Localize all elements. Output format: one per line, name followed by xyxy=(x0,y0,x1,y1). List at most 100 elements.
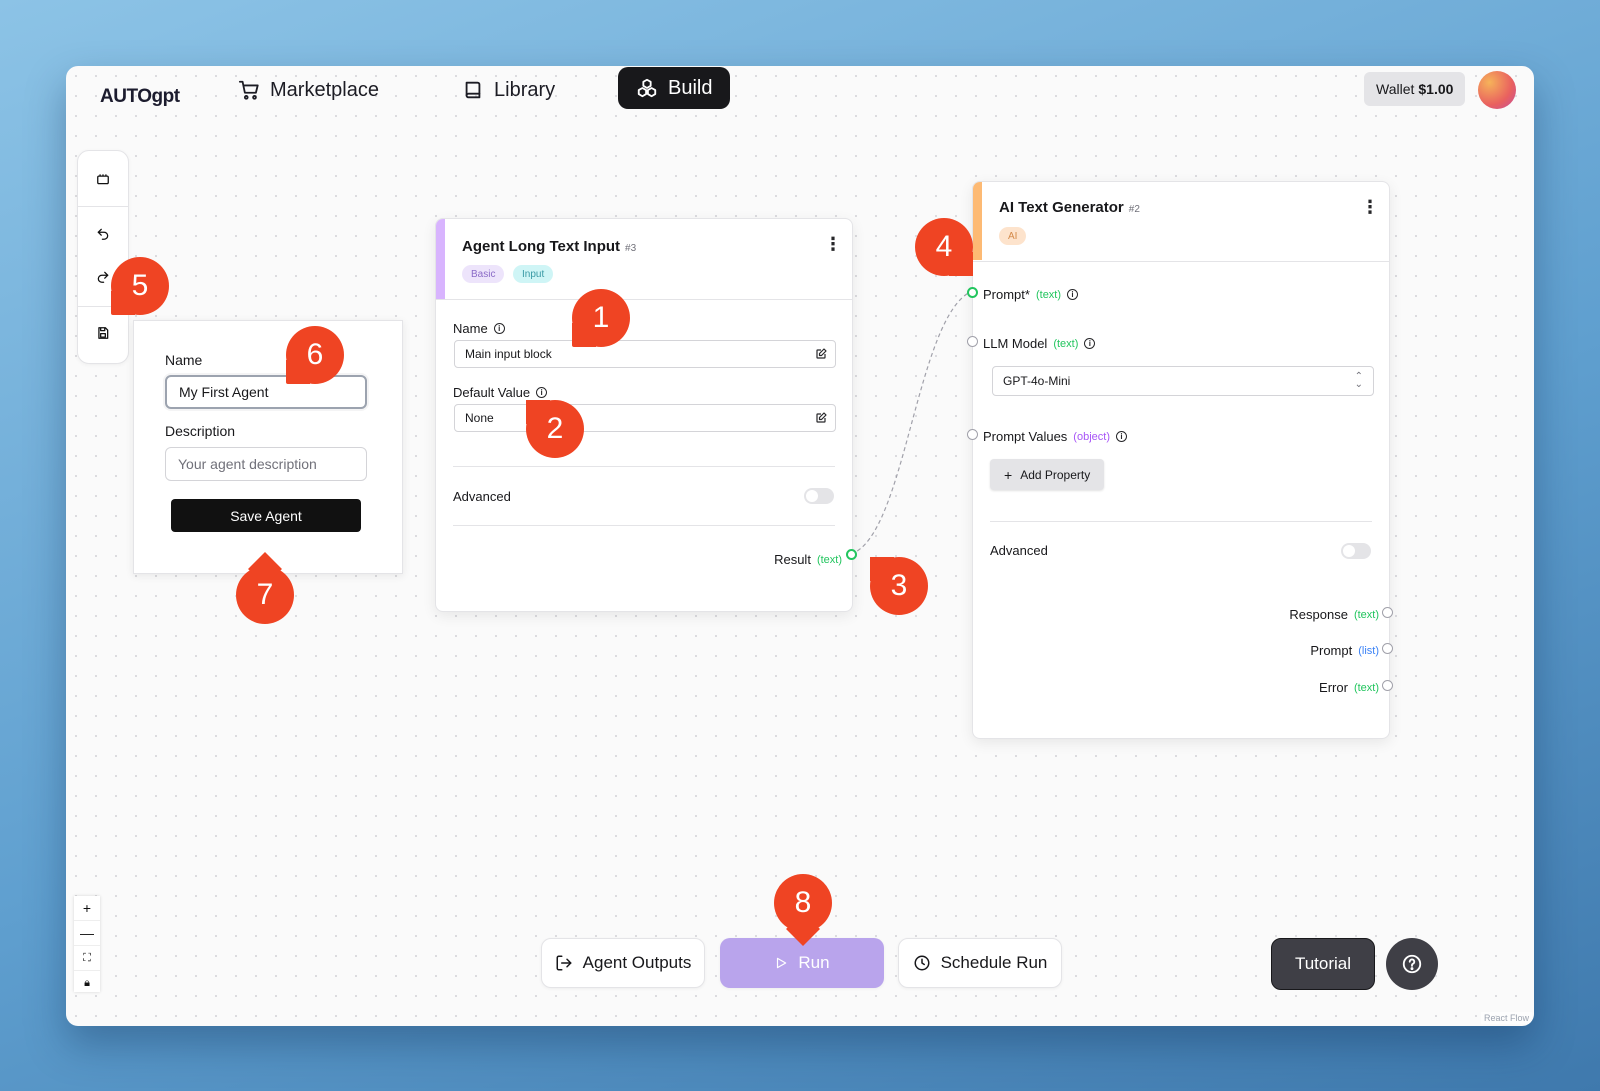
default-value-input[interactable]: None xyxy=(454,404,836,432)
block-title-text: AI Text Generator xyxy=(999,199,1124,216)
prompt-output-type: (list) xyxy=(1358,644,1379,657)
help-icon xyxy=(1402,954,1422,974)
result-output-port: Result (text) xyxy=(774,552,842,567)
result-output-label: Result xyxy=(774,552,811,567)
response-output-label: Response xyxy=(1289,607,1348,622)
header-divider xyxy=(436,299,852,300)
result-output-handle[interactable] xyxy=(846,549,857,560)
default-value-label-text: Default Value xyxy=(453,385,531,400)
edit-icon[interactable] xyxy=(815,412,827,424)
edit-icon[interactable] xyxy=(815,348,827,360)
header-divider xyxy=(973,261,1389,262)
name-field-label-text: Name xyxy=(453,321,488,336)
agent-outputs-label: Agent Outputs xyxy=(582,953,692,972)
step-marker-1: 1 xyxy=(572,289,630,347)
clock-icon xyxy=(914,955,930,971)
schedule-run-label: Schedule Run xyxy=(940,953,1048,972)
name-field-input[interactable]: Main input block xyxy=(454,340,836,368)
agent-long-text-input-block[interactable]: Agent Long Text Input #3 ⋮ Basic Input Na… xyxy=(435,218,853,612)
default-value-label: Default Value i xyxy=(453,385,548,400)
llm-model-value: GPT-4o-Mini xyxy=(1003,374,1071,388)
zoom-controls: + — ⛶ 🔒︎ xyxy=(74,896,100,992)
prompt-input-handle[interactable] xyxy=(967,287,978,298)
prompt-values-label: Prompt Values xyxy=(983,429,1068,444)
response-output-port: Response (text) xyxy=(1289,607,1379,622)
react-flow-attribution[interactable]: React Flow xyxy=(1480,1012,1532,1024)
section-divider xyxy=(453,525,835,526)
llm-model-port: LLM Model (text) i xyxy=(983,336,1096,351)
prompt-input-label: Prompt* xyxy=(983,287,1030,302)
info-icon[interactable]: i xyxy=(1084,338,1096,349)
lock-icon: 🔒︎ xyxy=(84,976,90,989)
minus-icon: — xyxy=(80,925,94,941)
llm-model-label: LLM Model xyxy=(983,336,1048,351)
block-menu-icon[interactable]: ⋮ xyxy=(1361,198,1379,216)
response-output-type: (text) xyxy=(1353,608,1379,621)
info-icon[interactable]: i xyxy=(1115,431,1127,442)
add-property-label: Add Property xyxy=(1020,467,1091,482)
block-accent xyxy=(973,182,982,260)
block-title-text: Agent Long Text Input xyxy=(462,238,621,255)
info-icon[interactable]: i xyxy=(1067,289,1079,300)
llm-model-select[interactable]: GPT-4o-Mini ⌃ ⌄ xyxy=(992,366,1374,396)
info-icon[interactable]: i xyxy=(536,387,548,398)
plus-icon: + xyxy=(82,900,92,916)
step-marker-5: 5 xyxy=(111,257,169,315)
error-output-type: (text) xyxy=(1353,681,1379,694)
step-marker-2: 2 xyxy=(526,400,584,458)
llm-model-handle[interactable] xyxy=(967,336,978,347)
tutorial-button[interactable]: Tutorial xyxy=(1271,938,1375,990)
chevron-updown-icon: ⌃ ⌄ xyxy=(1354,371,1363,390)
advanced-label: Advanced xyxy=(990,543,1048,558)
prompt-output-label: Prompt xyxy=(1310,643,1353,658)
result-output-type: (text) xyxy=(816,553,842,566)
schedule-run-button[interactable]: Schedule Run xyxy=(898,938,1062,988)
advanced-label: Advanced xyxy=(453,489,511,504)
step-marker-4: 4 xyxy=(915,218,973,276)
block-id: #3 xyxy=(625,243,637,254)
advanced-toggle[interactable] xyxy=(804,488,834,504)
plus-icon: + xyxy=(1004,466,1013,483)
run-label: Run xyxy=(798,953,830,972)
fit-view-icon: ⛶ xyxy=(83,951,91,964)
logout-icon xyxy=(556,955,572,971)
zoom-in-button[interactable]: + xyxy=(74,896,100,921)
prompt-values-handle[interactable] xyxy=(967,429,978,440)
badge-ai: AI xyxy=(999,227,1027,245)
step-marker-7: 7 xyxy=(236,566,294,624)
block-title: Agent Long Text Input #3 xyxy=(462,238,636,255)
name-field-label: Name i xyxy=(453,321,505,336)
add-property-button[interactable]: + Add Property xyxy=(990,459,1105,490)
ai-text-generator-block[interactable]: AI Text Generator #2 ⋮ AI Prompt* (text) … xyxy=(972,181,1390,739)
fit-view-button[interactable]: ⛶ xyxy=(74,946,100,971)
block-accent xyxy=(436,219,445,299)
prompt-output-port: Prompt (list) xyxy=(1310,643,1379,658)
prompt-output-handle[interactable] xyxy=(1382,643,1393,654)
zoom-out-button[interactable]: — xyxy=(74,921,100,946)
name-field-value: Main input block xyxy=(465,347,552,361)
info-icon[interactable]: i xyxy=(493,323,505,334)
section-divider xyxy=(990,521,1372,522)
step-marker-3: 3 xyxy=(870,557,928,615)
lock-button[interactable]: 🔒︎ xyxy=(74,971,100,995)
step-marker-6: 6 xyxy=(286,326,344,384)
block-menu-icon[interactable]: ⋮ xyxy=(824,235,842,253)
block-title: AI Text Generator #2 xyxy=(999,199,1140,216)
block-id: #2 xyxy=(1128,204,1140,215)
badge-input: Input xyxy=(513,265,554,283)
response-output-handle[interactable] xyxy=(1382,607,1393,618)
error-output-port: Error (text) xyxy=(1319,680,1379,695)
error-output-handle[interactable] xyxy=(1382,680,1393,691)
badge-basic: Basic xyxy=(462,265,505,283)
section-divider xyxy=(453,466,835,467)
prompt-input-type: (text) xyxy=(1035,288,1062,301)
advanced-toggle[interactable] xyxy=(1341,543,1371,559)
play-icon xyxy=(777,957,787,969)
prompt-values-type: (object) xyxy=(1073,430,1110,443)
error-output-label: Error xyxy=(1319,680,1348,695)
default-value-text: None xyxy=(465,411,494,425)
step-marker-8: 8 xyxy=(774,874,832,932)
agent-outputs-button[interactable]: Agent Outputs xyxy=(541,938,705,988)
help-button[interactable] xyxy=(1386,938,1438,990)
prompt-values-port: Prompt Values (object) i xyxy=(983,429,1127,444)
